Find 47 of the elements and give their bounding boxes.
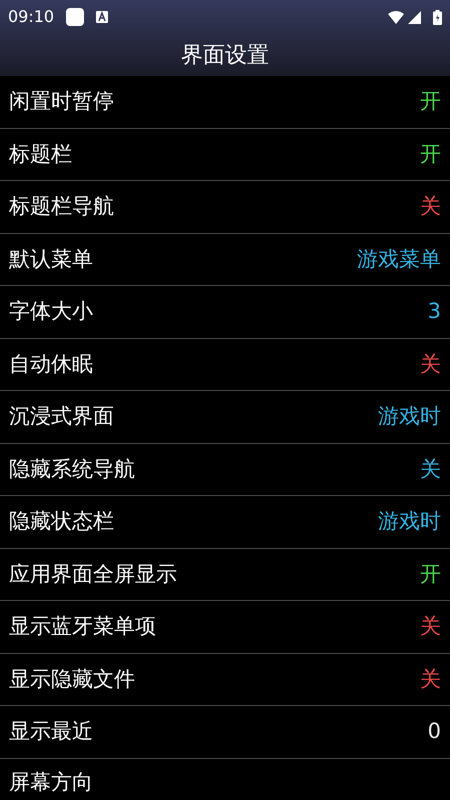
setting-row[interactable]: 显示蓝牙菜单项 关 (0, 601, 450, 654)
setting-value: 关 (420, 193, 441, 220)
battery-icon (433, 10, 442, 24)
setting-value: 开 (420, 560, 441, 588)
keyboard-icon (96, 11, 108, 23)
status-time: 09:10 (8, 6, 54, 28)
setting-label: 显示最近 (9, 718, 93, 745)
setting-value: 0 (428, 718, 441, 745)
setting-label: 标题栏 (9, 140, 72, 168)
setting-label: 应用界面全屏显示 (9, 560, 177, 588)
setting-row[interactable]: 隐藏系统导航 关 (0, 444, 450, 496)
section-header: 屏幕方向 (9, 768, 93, 796)
setting-label: 显示蓝牙菜单项 (9, 613, 156, 640)
wifi-icon (388, 10, 404, 24)
setting-row[interactable]: 沉浸式界面 游戏时 (0, 391, 450, 444)
setting-value: 关 (420, 456, 441, 482)
setting-value: 开 (420, 88, 441, 115)
setting-value: 游戏时 (378, 508, 441, 535)
setting-value: 3 (428, 298, 441, 325)
setting-row[interactable]: 自动休眠 关 (0, 338, 450, 391)
setting-value: 开 (420, 140, 441, 168)
setting-row[interactable]: 标题栏 开 (0, 128, 450, 181)
setting-row[interactable]: 默认菜单 游戏菜单 (0, 234, 450, 286)
setting-row[interactable]: 闲置时暂停 开 (0, 76, 450, 128)
setting-label: 字体大小 (9, 298, 93, 325)
setting-label: 闲置时暂停 (9, 88, 114, 115)
setting-row[interactable]: 标题栏导航 关 (0, 181, 450, 234)
setting-row[interactable]: 显示最近 0 (0, 706, 450, 758)
setting-value: 关 (420, 613, 441, 640)
setting-label: 显示隐藏文件 (9, 666, 135, 692)
screen-title: 界面设置 (181, 42, 269, 70)
setting-label: 标题栏导航 (9, 193, 114, 220)
setting-label: 隐藏状态栏 (9, 508, 114, 535)
setting-value: 关 (420, 666, 441, 692)
setting-value: 关 (420, 350, 441, 378)
setting-row[interactable]: 字体大小 3 (0, 286, 450, 338)
setting-row[interactable]: 隐藏状态栏 游戏时 (0, 496, 450, 548)
signal-icon (408, 10, 421, 24)
setting-label: 沉浸式界面 (9, 403, 114, 430)
setting-label: 隐藏系统导航 (9, 456, 135, 482)
setting-value: 游戏时 (378, 403, 441, 430)
setting-row[interactable]: 应用界面全屏显示 开 (0, 548, 450, 601)
setting-value: 游戏菜单 (357, 246, 441, 272)
notification-icon (66, 8, 84, 26)
setting-label: 自动休眠 (9, 350, 93, 378)
setting-row[interactable]: 显示隐藏文件 关 (0, 654, 450, 706)
setting-label: 默认菜单 (9, 246, 93, 272)
